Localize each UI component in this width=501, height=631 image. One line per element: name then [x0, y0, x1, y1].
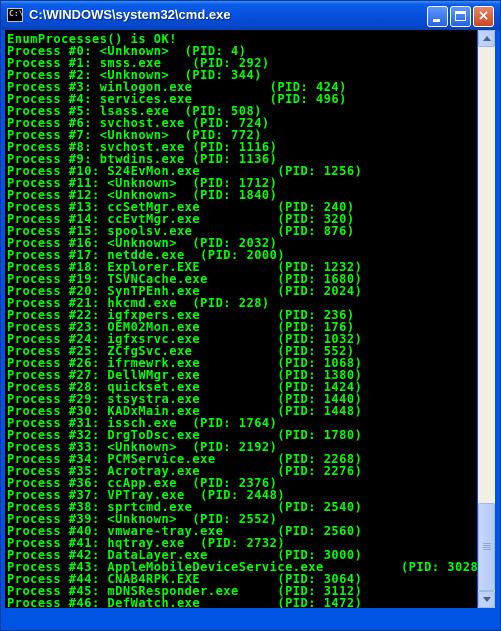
console-window: C:\ C:\WINDOWS\system32\cmd.exe × EnumPr… — [0, 0, 501, 631]
window-bottom-frame — [1, 608, 500, 630]
minimize-icon — [433, 19, 440, 22]
title-bar[interactable]: C:\ C:\WINDOWS\system32\cmd.exe × — [1, 1, 500, 30]
cmd-app-icon[interactable]: C:\ — [7, 8, 23, 22]
maximize-icon — [455, 11, 466, 21]
scroll-down-arrow-icon — [483, 597, 491, 602]
process-line: Process #46: DefWatch.exe (PID: 1472) — [7, 596, 363, 608]
minimize-button[interactable] — [427, 6, 448, 27]
scroll-up-arrow-icon — [483, 36, 491, 41]
cmd-app-icon-text: C:\ — [9, 9, 24, 18]
vertical-scrollbar[interactable] — [478, 30, 495, 608]
maximize-button[interactable] — [450, 6, 471, 27]
thumb-grip-line — [483, 549, 491, 550]
scroll-down-button[interactable] — [478, 591, 495, 608]
close-icon: × — [477, 8, 490, 24]
thumb-grip-line — [483, 545, 491, 546]
close-button[interactable]: × — [473, 6, 494, 27]
scrollbar-thumb[interactable] — [478, 503, 495, 591]
window-title: C:\WINDOWS\system32\cmd.exe — [29, 7, 231, 22]
console-output[interactable]: EnumProcesses() is OK! Process #0: <Unkno… — [5, 30, 477, 608]
thumb-grip-line — [483, 547, 491, 548]
thumb-grip-line — [483, 543, 491, 544]
scroll-up-button[interactable] — [478, 30, 495, 47]
